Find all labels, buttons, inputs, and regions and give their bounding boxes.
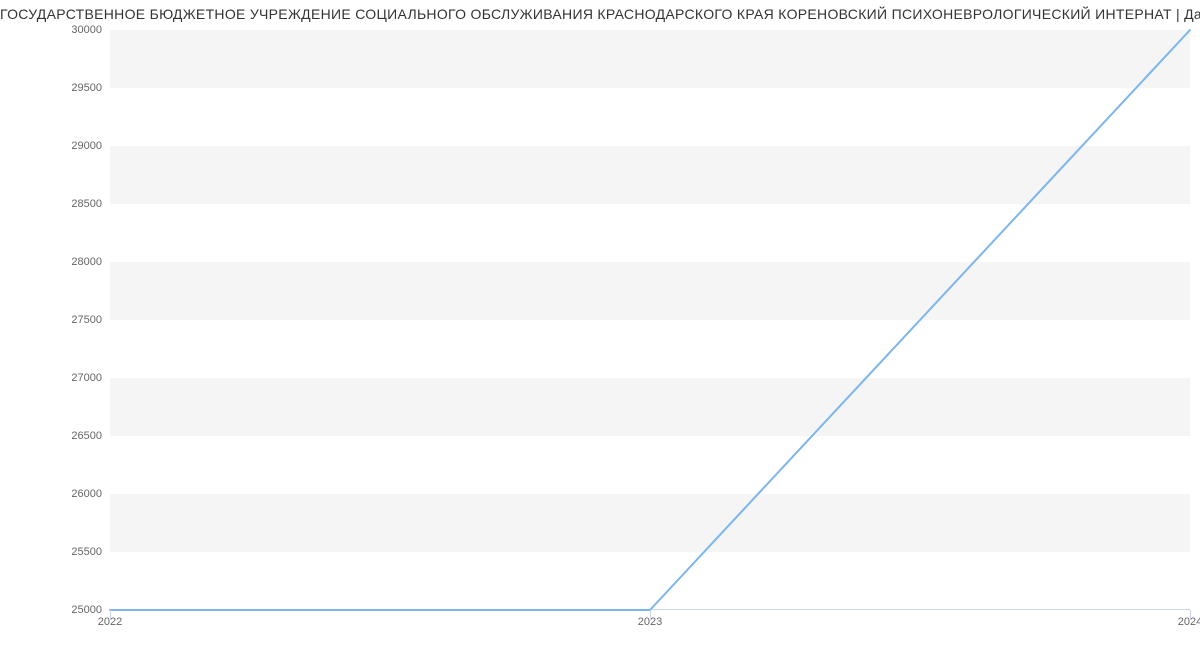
y-tick-label: 27500 <box>12 314 102 326</box>
y-tick-label: 30000 <box>12 24 102 36</box>
x-tick-mark <box>1190 610 1191 620</box>
plot-area: 2500025500260002650027000275002800028500… <box>110 30 1190 610</box>
y-tick-label: 28500 <box>12 198 102 210</box>
y-tick-label: 28000 <box>12 256 102 268</box>
y-tick-label: 29500 <box>12 82 102 94</box>
y-tick-label: 26500 <box>12 430 102 442</box>
y-tick-label: 25500 <box>12 546 102 558</box>
series-line <box>110 30 1190 610</box>
x-tick-mark <box>110 610 111 620</box>
y-tick-label: 25000 <box>12 604 102 616</box>
y-tick-label: 26000 <box>12 488 102 500</box>
chart-title: ГОСУДАРСТВЕННОЕ БЮДЖЕТНОЕ УЧРЕЖДЕНИЕ СОЦ… <box>0 6 1200 22</box>
y-tick-label: 29000 <box>12 140 102 152</box>
chart-line-svg <box>110 30 1190 610</box>
x-tick-mark <box>650 610 651 620</box>
chart-container: ГОСУДАРСТВЕННОЕ БЮДЖЕТНОЕ УЧРЕЖДЕНИЕ СОЦ… <box>0 0 1200 650</box>
x-tick-label: 2024 <box>1178 616 1200 628</box>
y-tick-label: 27000 <box>12 372 102 384</box>
